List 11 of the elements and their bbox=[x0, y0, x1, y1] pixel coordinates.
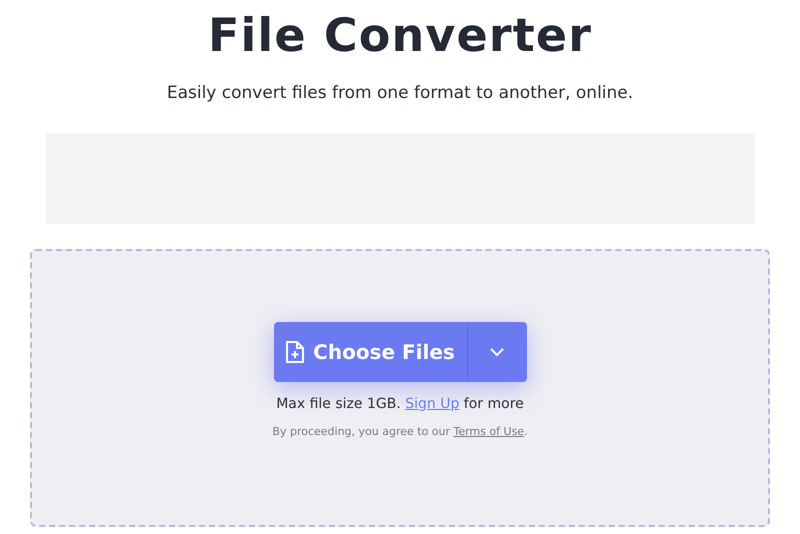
choose-files-button[interactable]: Choose Files bbox=[274, 322, 466, 382]
chevron-down-icon bbox=[490, 348, 504, 356]
dropdown-button[interactable] bbox=[466, 322, 526, 382]
file-size-note: Max file size 1GB. Sign Up for more bbox=[276, 394, 524, 414]
page-title: File Converter bbox=[208, 12, 592, 58]
terms-link[interactable]: Terms of Use bbox=[454, 424, 524, 438]
page-subtitle: Easily convert files from one format to another, online. bbox=[166, 82, 634, 105]
file-add-icon bbox=[285, 340, 306, 364]
sign-up-link[interactable]: Sign Up bbox=[405, 396, 460, 412]
terms-note: By proceeding, you agree to our Terms of Use. bbox=[272, 424, 528, 440]
drop-zone[interactable]: Choose Files Max file size 1GB. Sign Up for more By proceeding, you agree to our Terms of Use. bbox=[30, 248, 770, 526]
